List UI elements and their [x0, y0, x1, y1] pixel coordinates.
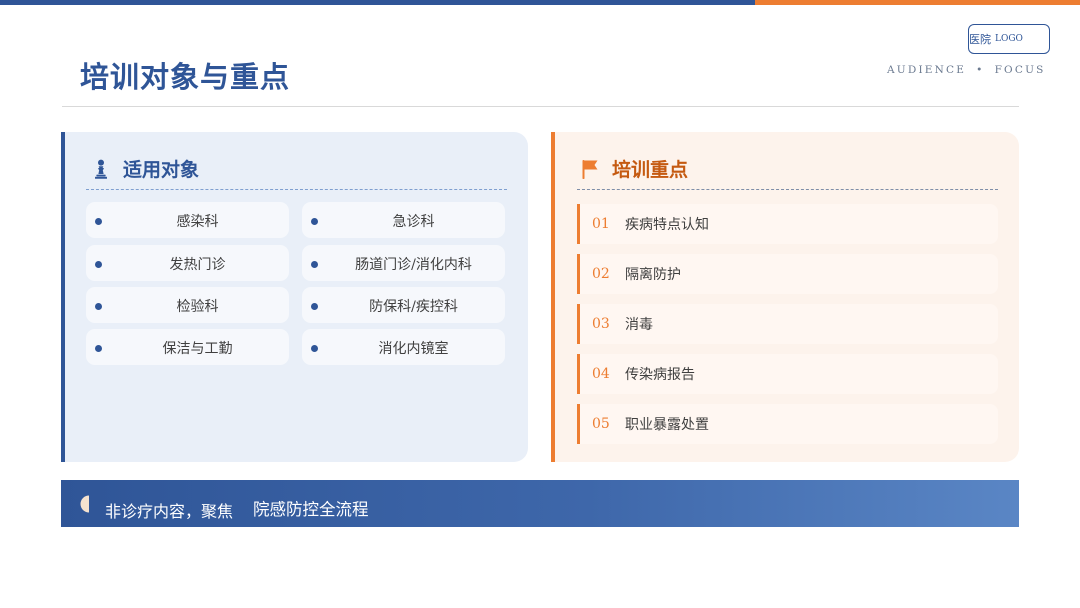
audience-tag-text: 检验科 — [176, 299, 219, 315]
audience-tag-text: 感染科 — [176, 214, 219, 230]
bullet-dot — [311, 303, 318, 310]
bullet-dot — [95, 218, 102, 225]
subtitle-audience: AUDIENCE — [887, 64, 967, 76]
audience-tag-text: 防保科/疾控科 — [369, 299, 458, 315]
focus-item: 03 消毒 — [577, 304, 998, 344]
section-subtitle: AUDIENCE • FOCUS — [887, 64, 1046, 76]
banner-text-highlight: 院感防控全流程 — [253, 500, 369, 519]
audience-tag: 消化内镜室 — [302, 329, 505, 365]
summary-banner: 非诊疗内容，聚焦 院感防控全流程 — [61, 480, 1019, 527]
focus-heading: 培训重点 — [580, 155, 688, 182]
audience-tag: 急诊科 — [302, 202, 505, 238]
audience-heading-text: 适用对象 — [123, 159, 200, 181]
focus-item-text: 职业暴露处置 — [625, 417, 709, 433]
top-accent-bar-blue — [0, 0, 755, 5]
audience-tag-text: 发热门诊 — [169, 257, 226, 273]
focus-item: 05 职业暴露处置 — [577, 404, 998, 444]
audience-tag-text: 肠道门诊/消化内科 — [355, 257, 472, 273]
audience-dashed-divider — [86, 189, 507, 190]
focus-dashed-divider — [577, 189, 998, 190]
audience-tag: 肠道门诊/消化内科 — [302, 245, 505, 281]
top-accent-bar-orange — [755, 0, 1080, 5]
hospital-logo: 医院 LOGO — [968, 24, 1050, 54]
audience-tag: 保洁与工勤 — [86, 329, 289, 365]
bullet-dot — [95, 345, 102, 352]
audience-tag: 检验科 — [86, 287, 289, 323]
bullet-dot — [311, 218, 318, 225]
bullet-dot — [311, 261, 318, 268]
audience-tag: 感染科 — [86, 202, 289, 238]
subtitle-separator: • — [976, 64, 985, 76]
focus-item-number: 04 — [592, 366, 610, 382]
bullet-dot — [95, 261, 102, 268]
focus-item-text: 隔离防护 — [625, 267, 681, 283]
focus-item-text: 消毒 — [625, 317, 653, 333]
title-divider — [62, 106, 1019, 107]
focus-item-number: 01 — [592, 216, 610, 232]
audience-heading: 适用对象 — [91, 155, 199, 182]
focus-panel: 培训重点 01 疾病特点认知 02 隔离防护 03 消毒 04 传染病报告 05… — [551, 132, 1019, 462]
focus-item-number: 05 — [592, 416, 610, 432]
logo-main-text: 医院 — [969, 33, 991, 46]
focus-item-text: 传染病报告 — [625, 367, 695, 383]
half-circle-icon — [80, 495, 90, 513]
audience-tag-text: 保洁与工勤 — [162, 341, 233, 357]
audience-tag: 防保科/疾控科 — [302, 287, 505, 323]
audience-tag-text: 消化内镜室 — [378, 341, 449, 357]
focus-item-number: 03 — [592, 316, 610, 332]
subtitle-focus: FOCUS — [994, 64, 1046, 76]
focus-item: 01 疾病特点认知 — [577, 204, 998, 244]
audience-tag: 发热门诊 — [86, 245, 289, 281]
audience-tag-text: 急诊科 — [392, 214, 435, 230]
bullet-dot — [95, 303, 102, 310]
focus-item: 02 隔离防护 — [577, 254, 998, 294]
chess-pawn-icon — [91, 158, 111, 180]
focus-item-text: 疾病特点认知 — [625, 217, 709, 233]
flag-icon — [580, 158, 600, 180]
audience-panel: 适用对象 感染科 急诊科 发热门诊 肠道门诊/消化内科 检验科 防保科/疾控科 … — [61, 132, 528, 462]
page-title: 培训对象与重点 — [80, 60, 291, 94]
banner-text-primary: 非诊疗内容，聚焦 — [105, 502, 234, 521]
focus-heading-text: 培训重点 — [612, 159, 689, 181]
bullet-dot — [311, 345, 318, 352]
focus-item-number: 02 — [592, 266, 610, 282]
logo-sub-text: LOGO — [995, 34, 1023, 44]
focus-item: 04 传染病报告 — [577, 354, 998, 394]
